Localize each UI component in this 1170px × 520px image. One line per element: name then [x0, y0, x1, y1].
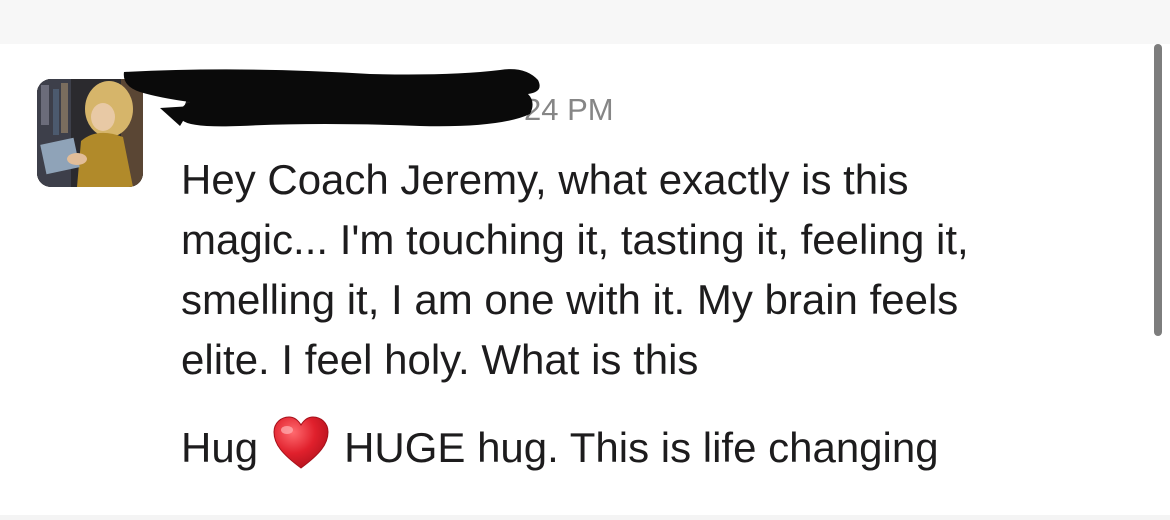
red-heart-icon: [273, 416, 329, 469]
redaction-scribble: [123, 69, 540, 127]
hug-text: Hug: [181, 424, 259, 471]
message-line: magic... I'm touching it, tasting it, fe…: [181, 216, 969, 263]
huge-hug-text: HUGE hug. This is life changing: [344, 424, 939, 471]
message-line: elite. I feel holy. What is this: [181, 336, 699, 383]
message-body: Hey Coach Jeremy, what exactly is this m…: [181, 150, 1141, 390]
message-second-paragraph: Hug HUGE hug. This is life changing: [181, 416, 939, 478]
bottom-bar: [0, 515, 1170, 520]
message-line: Hey Coach Jeremy, what exactly is this: [181, 156, 909, 203]
message-line: smelling it, I am one with it. My brain …: [181, 276, 959, 323]
scrollbar[interactable]: [1154, 44, 1162, 336]
top-bar: [0, 0, 1170, 44]
